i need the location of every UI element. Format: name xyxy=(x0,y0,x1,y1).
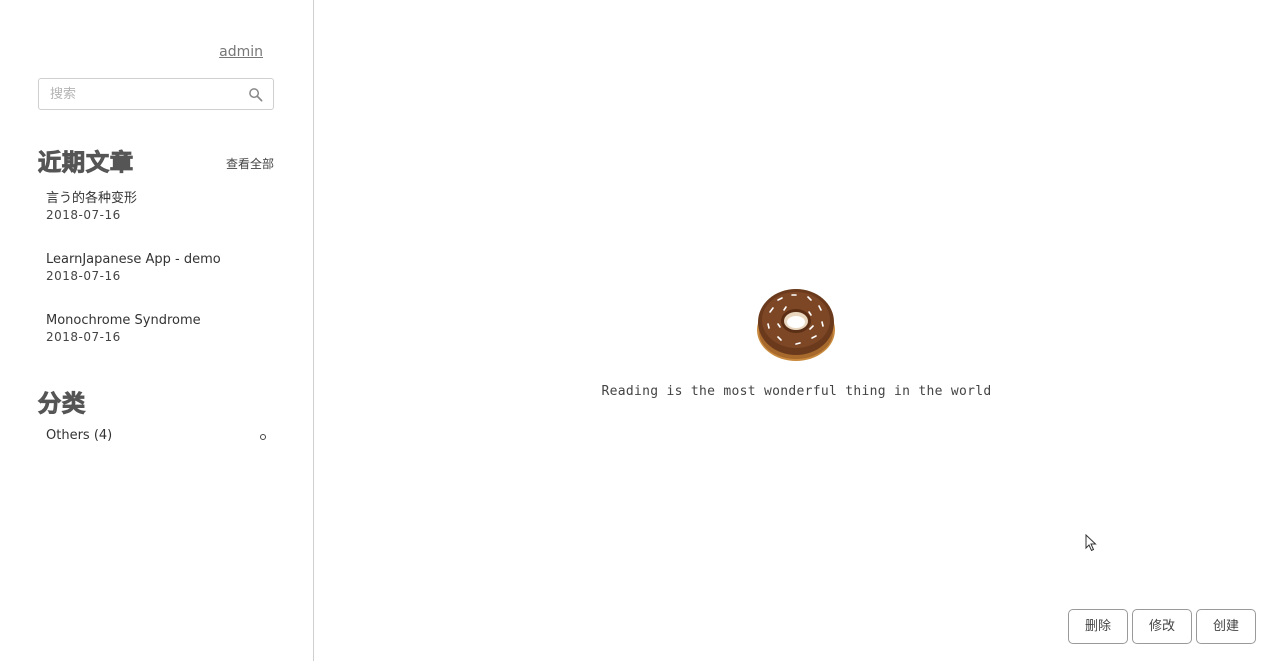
main-content: Reading is the most wonderful thing in t… xyxy=(315,0,1278,661)
user-link[interactable]: admin xyxy=(219,44,263,60)
create-button[interactable]: 创建 xyxy=(1196,609,1256,644)
post-title: 言う的各种变形 xyxy=(46,191,138,206)
category-label: Others (4) xyxy=(46,428,113,443)
delete-button[interactable]: 删除 xyxy=(1068,609,1128,644)
search-box xyxy=(38,78,274,110)
search-icon[interactable] xyxy=(248,87,263,102)
bullet-icon xyxy=(260,434,266,440)
recent-posts-title: 近期文章 xyxy=(38,150,134,177)
recent-post-item[interactable]: 言う的各种变形 2018-07-16 xyxy=(46,190,286,224)
post-date: 2018-07-16 xyxy=(46,208,121,222)
categories-title: 分类 xyxy=(38,391,86,418)
mouse-cursor-icon xyxy=(1085,534,1097,552)
category-item[interactable]: Others (4) xyxy=(46,428,270,446)
view-all-link[interactable]: 查看全部 xyxy=(226,155,274,172)
search-input[interactable] xyxy=(39,79,250,109)
recent-post-item[interactable]: LearnJapanese App - demo 2018-07-16 xyxy=(46,251,286,285)
quote-text: Reading is the most wonderful thing in t… xyxy=(601,384,992,399)
sidebar: admin 近期文章 查看全部 言う的各种变形 2018-07-16 Learn… xyxy=(0,0,314,661)
app-window: admin 近期文章 查看全部 言う的各种变形 2018-07-16 Learn… xyxy=(0,0,1278,661)
donut-icon xyxy=(757,289,835,361)
edit-button[interactable]: 修改 xyxy=(1132,609,1192,644)
post-title: LearnJapanese App - demo xyxy=(46,252,221,267)
post-date: 2018-07-16 xyxy=(46,330,121,344)
post-date: 2018-07-16 xyxy=(46,269,121,283)
post-title: Monochrome Syndrome xyxy=(46,313,201,328)
recent-post-item[interactable]: Monochrome Syndrome 2018-07-16 xyxy=(46,312,286,346)
